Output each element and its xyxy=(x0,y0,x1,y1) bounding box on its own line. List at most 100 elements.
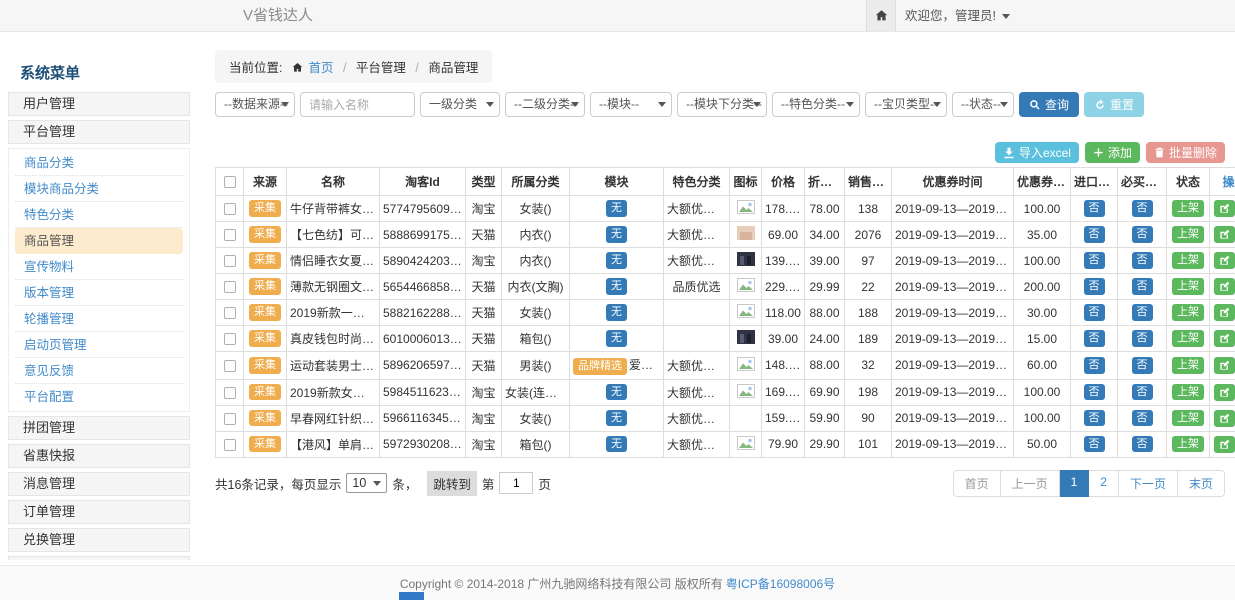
row-checkbox[interactable] xyxy=(224,307,236,319)
must-buy-badge[interactable]: 否 xyxy=(1132,410,1153,427)
sidebar-subitem[interactable]: 商品分类 xyxy=(15,150,183,176)
edit-button[interactable] xyxy=(1214,330,1235,347)
edit-button[interactable] xyxy=(1214,252,1235,269)
filter-select[interactable]: 一级分类 xyxy=(420,92,500,117)
icp-link[interactable]: 粤ICP备16098006号 xyxy=(726,575,835,592)
filter-select[interactable]: --模块下分类-- xyxy=(677,92,767,117)
row-checkbox[interactable] xyxy=(224,255,236,267)
sidebar-subitem[interactable]: 特色分类 xyxy=(15,202,183,228)
name-cell: 薄款无钢圈文胸聚拢性... xyxy=(287,274,380,300)
must-buy-badge[interactable]: 否 xyxy=(1132,330,1153,347)
row-checkbox[interactable] xyxy=(224,360,236,372)
sidebar-subitem[interactable]: 商品管理 xyxy=(15,228,183,254)
edit-button[interactable] xyxy=(1214,436,1235,453)
sidebar-item[interactable]: 省惠快报 xyxy=(8,444,190,468)
edit-button[interactable] xyxy=(1214,278,1235,295)
filter-select[interactable]: --数据来源-- xyxy=(215,92,295,117)
edit-button[interactable] xyxy=(1214,226,1235,243)
user-menu[interactable]: 欢迎您，管理员! xyxy=(905,0,1010,32)
sidebar-item[interactable]: 消息管理 xyxy=(8,472,190,496)
import-select-badge[interactable]: 否 xyxy=(1084,252,1105,269)
page-button[interactable]: 1 xyxy=(1060,470,1090,497)
page-button[interactable]: 下一页 xyxy=(1119,470,1178,497)
edit-button[interactable] xyxy=(1214,357,1235,374)
chevron-down-icon xyxy=(933,102,941,107)
status-badge[interactable]: 上架 xyxy=(1172,200,1204,217)
must-buy-badge[interactable]: 否 xyxy=(1132,357,1153,374)
edit-button[interactable] xyxy=(1214,410,1235,427)
must-buy-badge[interactable]: 否 xyxy=(1132,226,1153,243)
sidebar-subitem[interactable]: 版本管理 xyxy=(15,280,183,306)
import-select-badge[interactable]: 否 xyxy=(1084,384,1105,401)
import-excel-button[interactable]: 导入excel xyxy=(995,142,1079,163)
sidebar-item[interactable]: 兑换管理 xyxy=(8,528,190,552)
row-checkbox[interactable] xyxy=(224,229,236,241)
column-header: 优惠券时间 xyxy=(892,168,1014,196)
add-button[interactable]: 添加 xyxy=(1085,142,1140,163)
must-buy-badge[interactable]: 否 xyxy=(1132,384,1153,401)
row-checkbox[interactable] xyxy=(224,387,236,399)
sidebar-item[interactable]: 用户管理 xyxy=(8,92,190,116)
filter-select[interactable]: --宝贝类型-- xyxy=(865,92,947,117)
row-checkbox[interactable] xyxy=(224,413,236,425)
import-select-badge[interactable]: 否 xyxy=(1084,410,1105,427)
batch-delete-button[interactable]: 批量删除 xyxy=(1146,142,1225,163)
status-badge[interactable]: 上架 xyxy=(1172,410,1204,427)
status-badge[interactable]: 上架 xyxy=(1172,330,1204,347)
page-number-input[interactable] xyxy=(499,472,533,494)
reset-button[interactable]: 重置 xyxy=(1084,92,1144,117)
import-select-badge[interactable]: 否 xyxy=(1084,330,1105,347)
edit-button[interactable] xyxy=(1214,200,1235,217)
edit-button[interactable] xyxy=(1214,304,1235,321)
home-button[interactable] xyxy=(866,0,896,31)
sidebar-item[interactable]: 拼团管理 xyxy=(8,416,190,440)
must-buy-badge[interactable]: 否 xyxy=(1132,304,1153,321)
status-badge[interactable]: 上架 xyxy=(1172,278,1204,295)
page-button[interactable]: 上一页 xyxy=(1001,470,1060,497)
import-select-badge[interactable]: 否 xyxy=(1084,278,1105,295)
import-select-badge[interactable]: 否 xyxy=(1084,226,1105,243)
import-select-badge[interactable]: 否 xyxy=(1084,357,1105,374)
page-button[interactable]: 2 xyxy=(1089,470,1119,497)
status-badge[interactable]: 上架 xyxy=(1172,226,1204,243)
status-badge[interactable]: 上架 xyxy=(1172,357,1204,374)
row-checkbox[interactable] xyxy=(224,333,236,345)
import-select-badge[interactable]: 否 xyxy=(1084,304,1105,321)
status-badge[interactable]: 上架 xyxy=(1172,252,1204,269)
import-select-badge[interactable]: 否 xyxy=(1084,436,1105,453)
sidebar-subitem[interactable]: 宣传物料 xyxy=(15,254,183,280)
status-badge[interactable]: 上架 xyxy=(1172,436,1204,453)
filter-select[interactable]: --二级分类-- xyxy=(505,92,585,117)
per-page-select[interactable]: 10 xyxy=(346,473,387,493)
status-badge[interactable]: 上架 xyxy=(1172,384,1204,401)
select-all-checkbox[interactable] xyxy=(224,176,236,188)
page-button[interactable]: 首页 xyxy=(953,470,1001,497)
edit-button[interactable] xyxy=(1214,384,1235,401)
must-buy-badge[interactable]: 否 xyxy=(1132,436,1153,453)
sidebar-subitem[interactable]: 意见反馈 xyxy=(15,358,183,384)
search-button[interactable]: 查询 xyxy=(1019,92,1079,117)
filter-select[interactable]: --模块-- xyxy=(590,92,672,117)
row-checkbox[interactable] xyxy=(224,439,236,451)
row-checkbox[interactable] xyxy=(224,203,236,215)
import-select-badge[interactable]: 否 xyxy=(1084,200,1105,217)
must-buy-badge[interactable]: 否 xyxy=(1132,278,1153,295)
sidebar-subitem[interactable]: 模块商品分类 xyxy=(15,176,183,202)
sidebar-item[interactable]: 平台管理 xyxy=(8,120,190,144)
sidebar-item[interactable]: 统计管理 xyxy=(8,556,190,560)
must-buy-badge[interactable]: 否 xyxy=(1132,252,1153,269)
row-checkbox[interactable] xyxy=(224,281,236,293)
filter-select[interactable]: --状态-- xyxy=(952,92,1014,117)
must-buy-badge[interactable]: 否 xyxy=(1132,200,1153,217)
page-button[interactable]: 末页 xyxy=(1178,470,1225,497)
name-search-input[interactable] xyxy=(300,92,415,117)
sidebar-subitem[interactable]: 启动页管理 xyxy=(15,332,183,358)
sidebar-item[interactable]: 订单管理 xyxy=(8,500,190,524)
breadcrumb-home-link[interactable]: 首页 xyxy=(308,61,333,75)
sidebar-subitem[interactable]: 平台配置 xyxy=(15,384,183,410)
jump-button[interactable]: 跳转到 xyxy=(427,471,477,496)
status-cell: 上架 xyxy=(1167,196,1210,222)
filter-select[interactable]: --特色分类-- xyxy=(772,92,860,117)
status-badge[interactable]: 上架 xyxy=(1172,304,1204,321)
sidebar-subitem[interactable]: 轮播管理 xyxy=(15,306,183,332)
